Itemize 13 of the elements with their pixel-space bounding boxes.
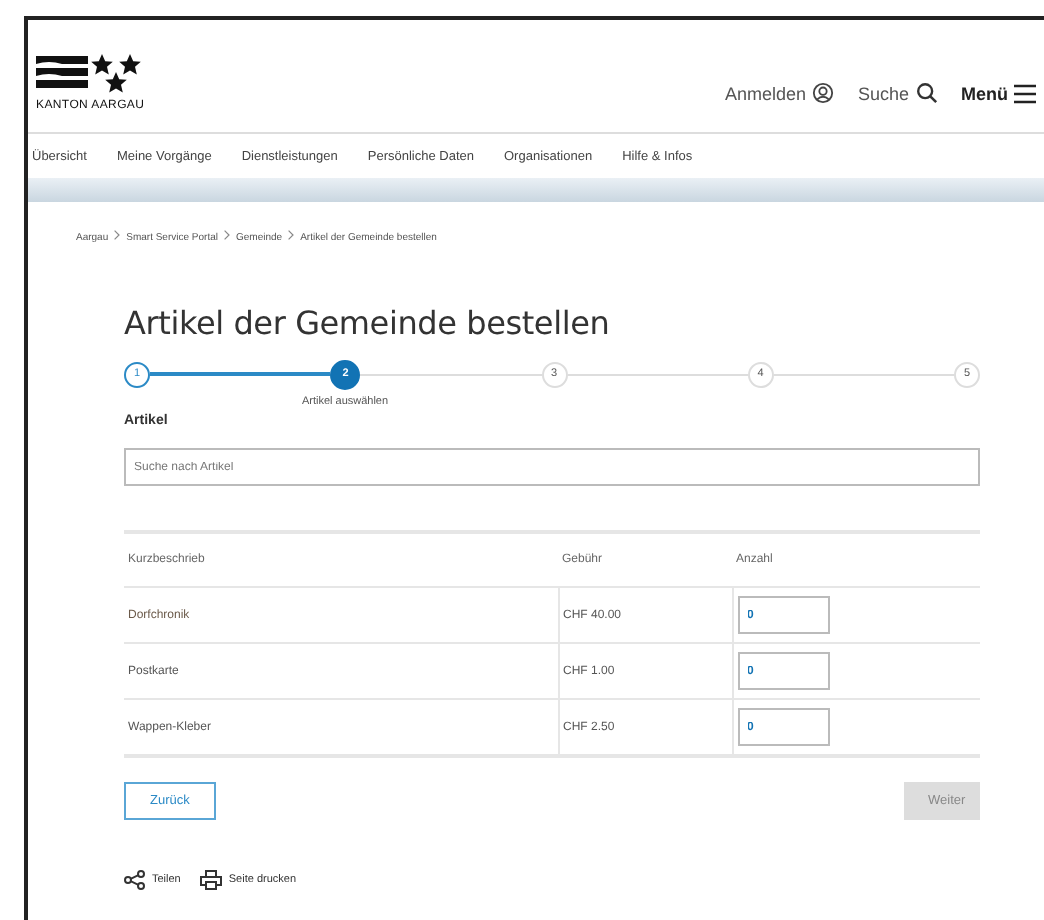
printer-icon	[200, 870, 223, 890]
chevron-icon	[288, 230, 295, 240]
share-icon	[124, 870, 146, 890]
chevron-icon	[114, 230, 121, 240]
page-title: Artikel der Gemeinde bestellen	[124, 304, 612, 342]
user-icon	[811, 82, 834, 104]
menu-link[interactable]: Menü	[961, 83, 1036, 103]
search-icon	[915, 82, 937, 104]
login-link[interactable]: Anmelden	[724, 82, 834, 104]
coat-of-arms-icon	[36, 52, 144, 96]
chevron-icon	[223, 230, 230, 240]
search-link[interactable]: Suche	[857, 82, 937, 104]
menu-icon	[1014, 83, 1036, 103]
